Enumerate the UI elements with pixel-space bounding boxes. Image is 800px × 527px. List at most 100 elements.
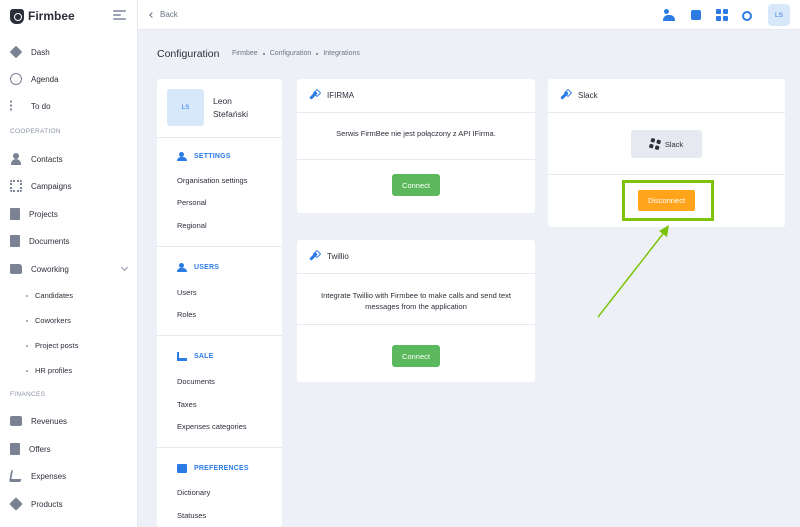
team-icon[interactable]: [663, 9, 675, 21]
sidebar-item-label: Agenda: [31, 74, 59, 84]
coworking-icon: [10, 264, 22, 274]
firmbee-logo-icon: [10, 8, 24, 24]
sidebar-item-todo[interactable]: To do: [10, 99, 51, 113]
chevron-left-icon: [149, 11, 155, 18]
sidebar-item-documents[interactable]: Documents: [10, 234, 69, 248]
disconnect-button-slack[interactable]: Disconnect: [638, 190, 695, 211]
avatar: LS: [167, 89, 204, 126]
apps-grid-icon[interactable]: [716, 9, 728, 21]
user-name: Leon Stefański: [213, 95, 248, 119]
clock-icon: [10, 73, 22, 85]
link-statuses[interactable]: Statuses: [177, 511, 206, 520]
checklist-icon: [10, 100, 22, 112]
sidebar-item-products[interactable]: Products: [9, 497, 63, 511]
subitem-label: Coworkers: [35, 316, 71, 325]
sidebar-item-coworking[interactable]: Coworking: [10, 262, 69, 276]
settings-user-icon: [177, 152, 187, 161]
topbar: Back LS: [138, 0, 800, 30]
group-title: SALE: [194, 353, 214, 360]
bullet-icon: [26, 369, 28, 372]
sidebar-subitem-candidates[interactable]: Candidates: [26, 291, 73, 300]
divider: [297, 159, 535, 160]
sidebar-item-projects[interactable]: Projects: [10, 207, 58, 221]
sidebar-item-expenses[interactable]: Expenses: [8, 469, 67, 483]
card-header: Twillio: [297, 240, 535, 274]
breadcrumb: Firmbee Configuration Integrations: [232, 50, 360, 57]
sidebar-item-contacts[interactable]: Contacts: [10, 152, 63, 166]
timer-icon[interactable]: [742, 11, 752, 21]
divider: [157, 335, 282, 336]
link-documents[interactable]: Documents: [177, 377, 215, 386]
divider: [297, 324, 535, 325]
sidebar-item-label: Contacts: [31, 154, 63, 164]
link-taxes[interactable]: Taxes: [177, 400, 197, 409]
campaigns-icon: [10, 180, 22, 192]
sidebar-item-offers[interactable]: Offers: [10, 442, 51, 456]
card-description: Serwis FirmBee nie jest połączony z API …: [336, 129, 496, 138]
group-sale-heading: SALE: [177, 352, 213, 361]
bullet-icon: [26, 294, 28, 297]
sidebar-subitem-project-posts[interactable]: Project posts: [26, 341, 78, 350]
link-dictionary[interactable]: Dictionary: [177, 488, 210, 497]
annotation-arrow: [597, 225, 669, 318]
box-icon: [9, 497, 23, 511]
brand-logo[interactable]: Firmbee: [10, 8, 75, 24]
group-title: USERS: [194, 264, 220, 271]
card-title: Slack: [578, 91, 598, 100]
plug-icon: [308, 90, 319, 101]
link-organisation-settings[interactable]: Organisation settings: [177, 176, 247, 185]
preferences-icon: [177, 464, 187, 473]
menu-toggle-icon[interactable]: [113, 10, 126, 20]
subitem-label: Project posts: [35, 341, 79, 350]
sidebar: Firmbee Dash Agenda To do COOPERATION Co…: [0, 0, 138, 527]
user-avatar[interactable]: LS: [768, 4, 790, 26]
sidebar-item-label: Expenses: [31, 471, 67, 481]
card-header: IFIRMA: [297, 79, 535, 113]
chevron-down-icon[interactable]: [120, 263, 129, 272]
group-settings-heading: SETTINGS: [177, 152, 231, 161]
bullet-icon: [26, 319, 28, 322]
documents-icon: [10, 235, 20, 247]
breadcrumb-item[interactable]: Configuration: [270, 50, 312, 57]
brand-name: Firmbee: [28, 9, 75, 23]
divider: [157, 137, 282, 138]
divider: [157, 447, 282, 448]
connect-button-twillio[interactable]: Connect: [392, 345, 440, 367]
group-users-heading: USERS: [177, 263, 219, 272]
wallet-icon: [10, 416, 22, 426]
card-header: Slack: [548, 79, 785, 113]
group-title: PREFERENCES: [194, 465, 249, 472]
breadcrumb-item[interactable]: Firmbee: [232, 50, 258, 57]
sidebar-item-dash[interactable]: Dash: [9, 45, 50, 59]
sidebar-subitem-hr-profiles[interactable]: HR profiles: [26, 366, 72, 375]
sidebar-item-label: Documents: [29, 236, 70, 246]
card-title: Twillio: [327, 252, 349, 261]
group-title: SETTINGS: [194, 153, 231, 160]
slack-button[interactable]: Slack: [631, 130, 702, 158]
back-button[interactable]: Back: [149, 10, 178, 19]
plug-icon: [559, 90, 570, 101]
slack-label: Slack: [664, 139, 684, 149]
users-icon: [177, 263, 187, 272]
dashboard-icon: [9, 45, 23, 59]
cart-icon: [177, 352, 187, 361]
cart-icon: [8, 470, 24, 482]
connect-button-ifirma[interactable]: Connect: [392, 174, 440, 196]
link-expenses-categories[interactable]: Expenses categories: [177, 422, 247, 431]
sidebar-item-label: Products: [31, 499, 63, 509]
sidebar-item-agenda[interactable]: Agenda: [10, 72, 59, 86]
sidebar-item-campaigns[interactable]: Campaigns: [10, 179, 71, 193]
projects-icon: [10, 208, 20, 220]
breadcrumb-separator: [316, 52, 319, 55]
section-finances: FINANCES: [10, 391, 46, 398]
board-icon[interactable]: [691, 10, 701, 20]
sidebar-item-label: To do: [31, 101, 51, 111]
link-personal[interactable]: Personal: [177, 198, 207, 207]
link-users[interactable]: Users: [177, 288, 197, 297]
sidebar-item-label: Coworking: [31, 264, 69, 274]
sidebar-subitem-coworkers[interactable]: Coworkers: [26, 316, 71, 325]
link-roles[interactable]: Roles: [177, 310, 196, 319]
sidebar-item-revenues[interactable]: Revenues: [10, 414, 67, 428]
sidebar-item-label: Revenues: [31, 416, 68, 426]
link-regional[interactable]: Regional: [177, 221, 207, 230]
